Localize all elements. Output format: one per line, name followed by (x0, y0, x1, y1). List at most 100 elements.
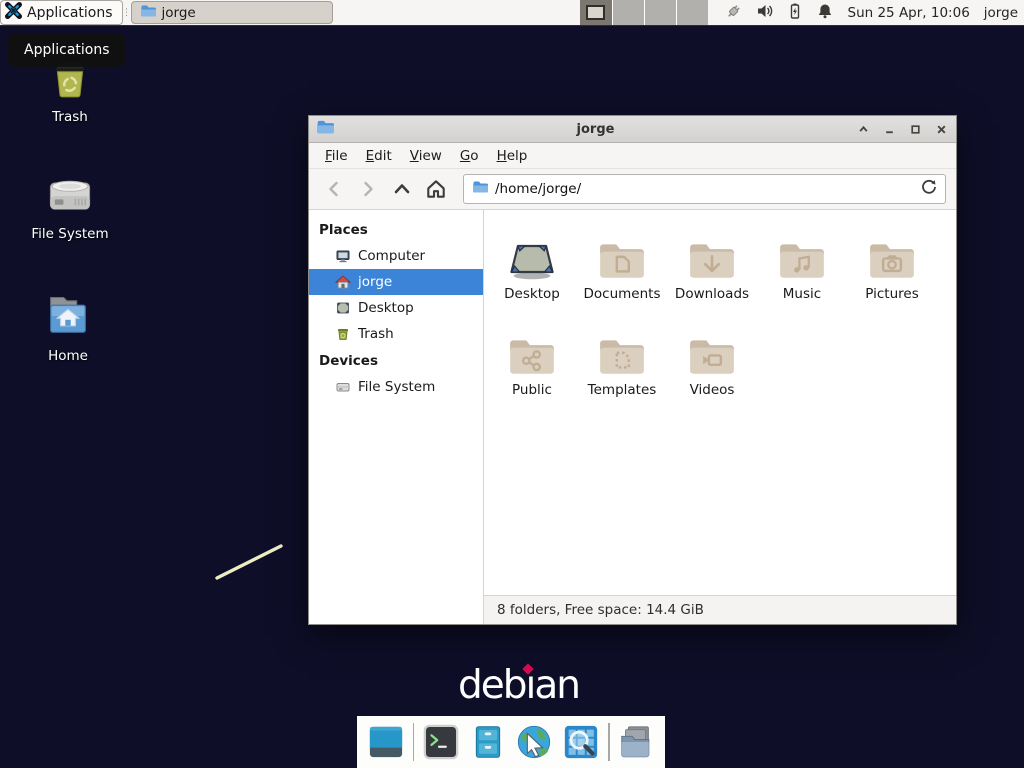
documents-folder-icon (597, 224, 647, 282)
system-tray (708, 0, 844, 25)
menu-edit[interactable]: Edit (358, 145, 400, 167)
folder-label: Templates (588, 382, 657, 398)
folder-pictures[interactable]: Pictures (847, 224, 937, 320)
folder-label: Pictures (865, 286, 918, 302)
maximize-button[interactable] (909, 123, 921, 135)
computer-icon (335, 248, 351, 264)
power-plug-icon[interactable] (724, 1, 744, 25)
workspace-window-preview (586, 5, 605, 20)
sidebar-item-label: File System (358, 379, 435, 395)
public-folder-icon (507, 320, 557, 378)
templates-folder-icon (597, 320, 647, 378)
terminal-icon[interactable] (421, 722, 461, 762)
sidebar-item-label: Desktop (358, 300, 414, 316)
application-finder-icon[interactable] (561, 722, 601, 762)
window-title: jorge (334, 122, 857, 137)
taskbar-window-label: jorge (162, 5, 196, 21)
menu-help[interactable]: Help (489, 145, 536, 167)
show-desktop-icon[interactable] (366, 722, 406, 762)
desktop-icon-label: Home (13, 348, 123, 364)
workspace-2[interactable] (612, 0, 644, 25)
home-button[interactable] (421, 174, 451, 204)
sidebar-item-computer[interactable]: Computer (309, 243, 483, 269)
sidebar-item-label: Computer (358, 248, 425, 264)
volume-icon[interactable] (756, 2, 774, 24)
window-titlebar[interactable]: jorge (309, 116, 956, 143)
desktop-icon-home[interactable]: Home (13, 292, 123, 364)
files-view: Desktop Documents (484, 210, 956, 624)
debian-wallpaper-logo: debian (458, 663, 579, 708)
folder-label: Videos (690, 382, 735, 398)
back-button[interactable] (319, 174, 349, 204)
workspace-3[interactable] (644, 0, 676, 25)
sidebar-item-label: Trash (358, 326, 394, 342)
battery-charging-icon[interactable] (786, 2, 804, 24)
folder-public[interactable]: Public (487, 320, 577, 416)
sidebar-item-trash[interactable]: Trash (309, 321, 483, 347)
folder-videos[interactable]: Videos (667, 320, 757, 416)
taskbar-window-button[interactable]: jorge (131, 1, 333, 24)
up-button[interactable] (387, 174, 417, 204)
bottom-dock (357, 716, 665, 768)
workspace-1[interactable] (580, 0, 612, 25)
dock-separator (413, 723, 415, 761)
address-field[interactable]: /home/jorge/ (495, 181, 914, 197)
task-folder-icon (140, 3, 156, 23)
folder-label: Music (783, 286, 821, 302)
desktop-icon-file-system[interactable]: File System (15, 172, 125, 242)
folder-documents[interactable]: Documents (577, 224, 667, 320)
clock-user-gap (970, 0, 984, 25)
folder-label: Desktop (504, 286, 560, 302)
sidebar-item-jorge[interactable]: jorge (309, 269, 483, 295)
folder-downloads[interactable]: Downloads (667, 224, 757, 320)
forward-button[interactable] (353, 174, 383, 204)
top-panel: Applications ⋮ jorge (0, 0, 1024, 26)
workspace-4[interactable] (676, 0, 708, 25)
tasklist-handle: ⋮ (123, 0, 131, 25)
side-pane: Places Computer jorge (309, 210, 484, 624)
file-manager-window: jorge File Edit View Go Help (308, 115, 957, 625)
status-text: 8 folders, Free space: 14.4 GiB (497, 602, 704, 618)
shade-button[interactable] (857, 123, 869, 135)
folder-label: Documents (584, 286, 661, 302)
hard-drive-icon (45, 172, 95, 218)
debian-logo-text: debian (458, 663, 579, 708)
reload-icon[interactable] (921, 179, 937, 199)
music-folder-icon (777, 224, 827, 282)
panel-spacer (333, 0, 580, 25)
trash-icon (335, 326, 351, 342)
web-browser-icon[interactable] (515, 722, 555, 762)
desktop-icon-label: File System (15, 226, 125, 242)
sidebar-item-label: jorge (358, 274, 392, 290)
file-manager-icon[interactable] (468, 722, 508, 762)
notifications-bell-icon[interactable] (816, 2, 834, 24)
folder-label: Downloads (675, 286, 749, 302)
menu-go[interactable]: Go (452, 145, 487, 167)
applications-menu-button[interactable]: Applications (0, 0, 123, 25)
status-bar: 8 folders, Free space: 14.4 GiB (484, 595, 956, 624)
folder-desktop[interactable]: Desktop (487, 224, 577, 320)
path-bar[interactable]: /home/jorge/ (463, 174, 946, 204)
window-body: Places Computer jorge (309, 210, 956, 624)
wallpaper-scribble-line (213, 541, 285, 583)
minimize-button[interactable] (883, 123, 895, 135)
dock-separator (608, 723, 610, 761)
panel-user-label[interactable]: jorge (984, 0, 1024, 25)
close-button[interactable] (935, 123, 947, 135)
menu-view[interactable]: View (402, 145, 450, 167)
directory-menu-icon[interactable] (617, 722, 657, 762)
folder-label: Public (512, 382, 552, 398)
xfce-applications-icon (5, 2, 22, 23)
folder-templates[interactable]: Templates (577, 320, 667, 416)
panel-clock[interactable]: Sun 25 Apr, 10:06 (848, 0, 970, 25)
sidebar-item-file-system[interactable]: File System (309, 374, 483, 400)
home-folder-icon (43, 292, 93, 340)
folder-music[interactable]: Music (757, 224, 847, 320)
workspace-switcher[interactable] (580, 0, 708, 25)
pathbar-folder-icon (472, 179, 488, 199)
menu-file[interactable]: File (317, 145, 356, 167)
sidebar-item-desktop[interactable]: Desktop (309, 295, 483, 321)
desktop-icon (335, 300, 351, 316)
menu-bar: File Edit View Go Help (309, 143, 956, 169)
icon-grid: Desktop Documents (484, 210, 956, 595)
